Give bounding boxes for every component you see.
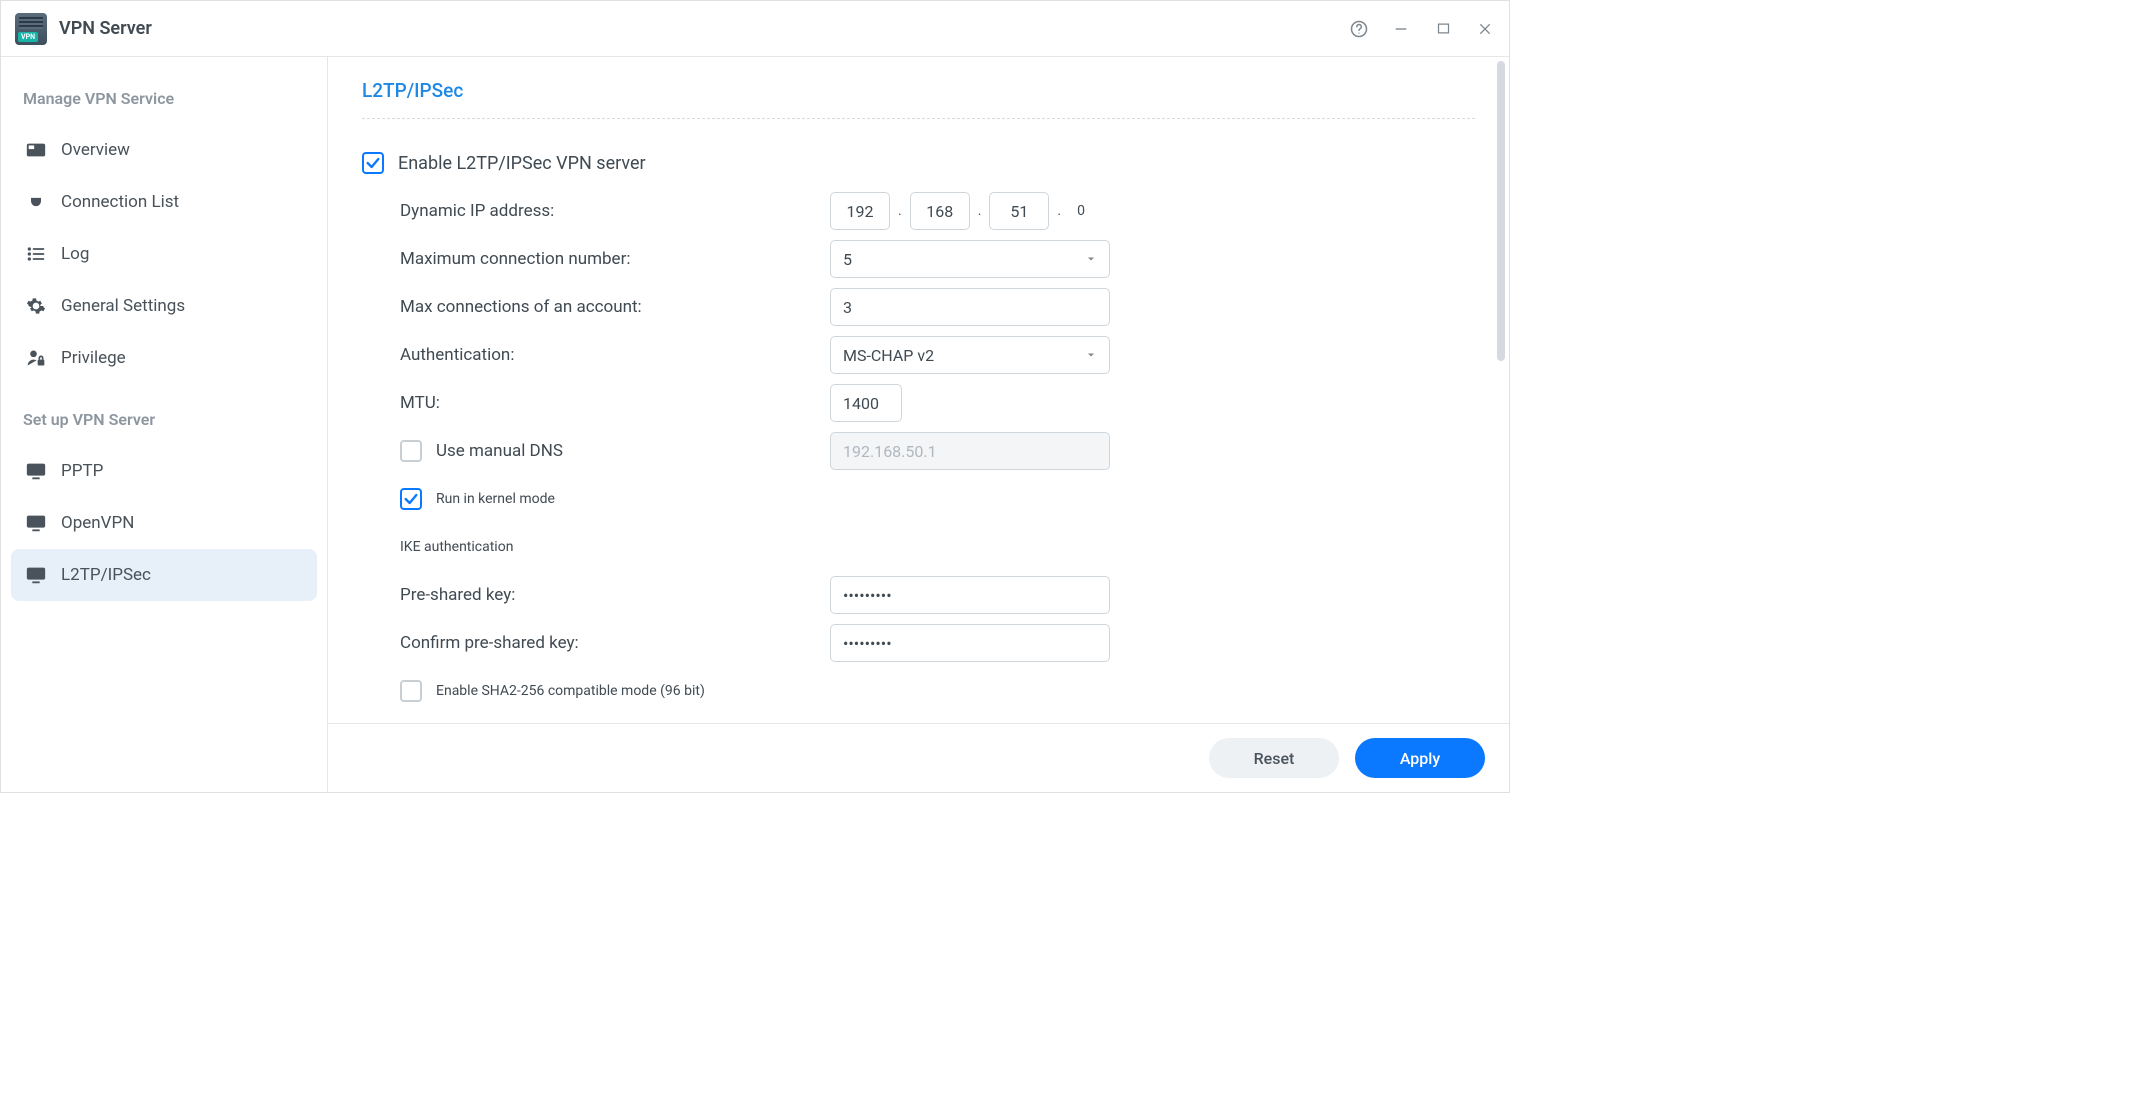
manual-dns-input [830,432,1110,470]
ip-octet-4-fixed: 0 [1077,203,1085,219]
kernel-mode-label: Run in kernel mode [436,491,555,507]
max-conn-value: 5 [843,250,852,269]
row-mtu: MTU: [362,379,1475,427]
main-panel: L2TP/IPSec Enable L2TP/IPSec VPN server … [328,57,1509,792]
row-max-conn: Maximum connection number: 5 [362,235,1475,283]
dynamic-ip-label: Dynamic IP address: [400,201,830,221]
content: L2TP/IPSec Enable L2TP/IPSec VPN server … [328,57,1509,723]
sidebar: Manage VPN Service Overview Connection L… [1,57,328,792]
sidebar-item-l2tp[interactable]: L2TP/IPSec [11,549,317,601]
row-sha2: Enable SHA2-256 compatible mode (96 bit) [362,667,1475,715]
psk-label: Pre-shared key: [400,585,830,605]
plug-icon [25,191,47,213]
sidebar-item-label: PPTP [61,461,103,481]
app-window: VPN Server Manage VPN Service [0,0,1510,793]
page-heading: L2TP/IPSec [362,79,1475,119]
ip-separator: . [1057,203,1061,219]
help-icon[interactable] [1349,19,1369,39]
sidebar-item-label: General Settings [61,296,185,316]
app-icon [15,13,47,45]
scrollbar-thumb[interactable] [1497,61,1505,361]
overview-icon [25,139,47,161]
sidebar-item-label: Log [61,244,89,264]
app-title: VPN Server [59,18,152,39]
row-ike-heading: IKE authentication [362,523,1475,571]
enable-row: Enable L2TP/IPSec VPN server [362,139,1475,187]
sidebar-item-log[interactable]: Log [11,228,317,280]
kernel-mode-checkbox[interactable] [400,488,422,510]
sidebar-item-label: L2TP/IPSec [61,565,151,585]
sidebar-item-label: Privilege [61,348,126,368]
monitor-icon [25,564,47,586]
sidebar-item-connection-list[interactable]: Connection List [11,176,317,228]
manual-dns-label: Use manual DNS [436,441,563,461]
sidebar-item-privilege[interactable]: Privilege [11,332,317,384]
sidebar-item-label: Connection List [61,192,179,212]
list-icon [25,243,47,265]
chevron-down-icon [1085,253,1097,265]
sidebar-item-label: Overview [61,140,130,160]
max-conn-select[interactable]: 5 [830,240,1110,278]
sha2-label: Enable SHA2-256 compatible mode (96 bit) [436,683,705,699]
manual-dns-checkbox[interactable] [400,440,422,462]
scrollbar[interactable] [1497,61,1505,722]
auth-value: MS-CHAP v2 [843,346,934,365]
sidebar-section-manage: Manage VPN Service [11,75,317,124]
ip-octet-1[interactable] [830,192,890,230]
row-dynamic-ip: Dynamic IP address: . . . 0 [362,187,1475,235]
ip-separator: . [978,203,982,219]
max-conn-acct-label: Max connections of an account: [400,297,830,317]
sha2-checkbox[interactable] [400,680,422,702]
reset-button[interactable]: Reset [1209,738,1339,778]
footer: Reset Apply [328,723,1509,792]
max-conn-label: Maximum connection number: [400,249,830,269]
ip-separator: . [898,203,902,219]
close-icon[interactable] [1475,19,1495,39]
mtu-input[interactable] [830,384,902,422]
minimize-icon[interactable] [1391,19,1411,39]
maximize-icon[interactable] [1433,19,1453,39]
sidebar-section-setup: Set up VPN Server [11,384,317,445]
row-manual-dns: Use manual DNS [362,427,1475,475]
monitor-icon [25,460,47,482]
ike-label: IKE authentication [400,539,513,555]
row-psk: Pre-shared key: [362,571,1475,619]
sidebar-item-pptp[interactable]: PPTP [11,445,317,497]
ip-octet-2[interactable] [910,192,970,230]
gear-icon [25,295,47,317]
chevron-down-icon [1085,349,1097,361]
sidebar-item-openvpn[interactable]: OpenVPN [11,497,317,549]
monitor-icon [25,512,47,534]
enable-checkbox[interactable] [362,152,384,174]
auth-select[interactable]: MS-CHAP v2 [830,336,1110,374]
titlebar: VPN Server [1,1,1509,57]
apply-button[interactable]: Apply [1355,738,1485,778]
mtu-label: MTU: [400,393,830,413]
auth-label: Authentication: [400,345,830,365]
sidebar-item-overview[interactable]: Overview [11,124,317,176]
row-auth: Authentication: MS-CHAP v2 [362,331,1475,379]
sidebar-item-label: OpenVPN [61,513,134,533]
ip-octet-3[interactable] [989,192,1049,230]
max-conn-acct-input[interactable] [830,288,1110,326]
row-kernel-mode: Run in kernel mode [362,475,1475,523]
row-psk-confirm: Confirm pre-shared key: [362,619,1475,667]
user-lock-icon [25,347,47,369]
enable-label: Enable L2TP/IPSec VPN server [398,153,646,174]
row-max-conn-acct: Max connections of an account: [362,283,1475,331]
window-controls [1349,19,1495,39]
psk-input[interactable] [830,576,1110,614]
psk-confirm-input[interactable] [830,624,1110,662]
sidebar-item-general-settings[interactable]: General Settings [11,280,317,332]
psk-confirm-label: Confirm pre-shared key: [400,633,830,653]
